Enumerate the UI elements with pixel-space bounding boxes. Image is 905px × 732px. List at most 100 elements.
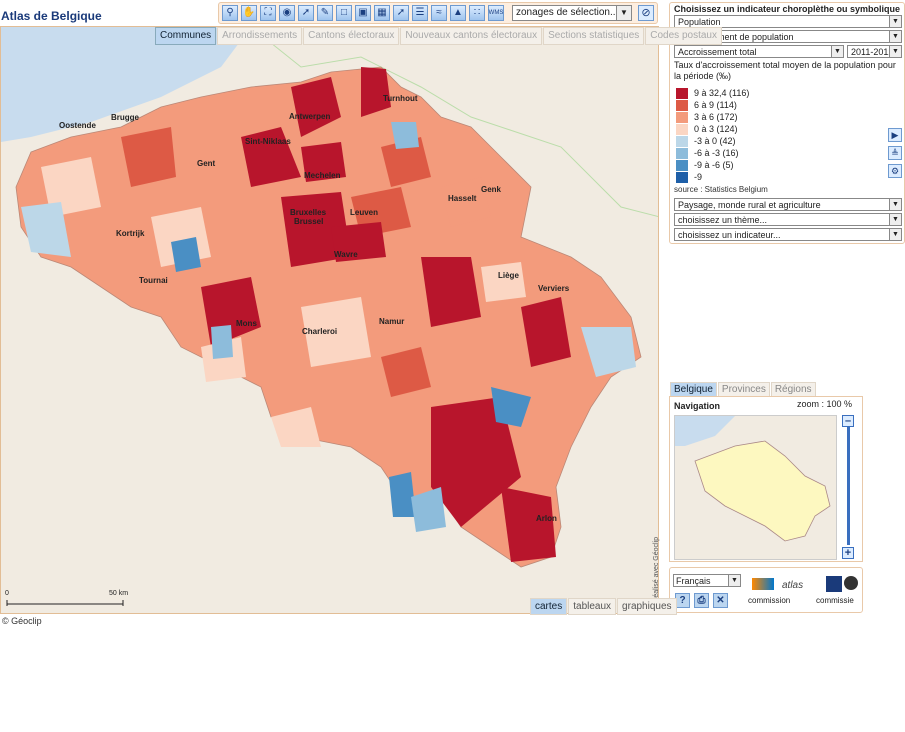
full-extent-icon[interactable]: ⛶ — [260, 5, 276, 21]
geo-logo — [844, 576, 858, 590]
city-label: Verviers — [538, 284, 570, 293]
commune-patch[interactable] — [121, 127, 176, 187]
city-label: Oostende — [59, 121, 96, 130]
map-level-tabs: Communes Arrondissements Cantons élector… — [155, 27, 723, 45]
scale-bar: 0 50 km — [5, 590, 128, 606]
commune-patch[interactable] — [211, 325, 233, 359]
table-icon[interactable]: ▦ — [374, 5, 390, 21]
indicator-select-value: Accroissement total — [678, 47, 757, 57]
save-icon[interactable]: ▣ — [355, 5, 371, 21]
city-label: Kortrijk — [116, 229, 145, 238]
tab-tableaux[interactable]: tableaux — [568, 598, 617, 615]
city-label: Mechelen — [304, 171, 341, 180]
legend-swatch — [676, 171, 688, 183]
city-label: Leuven — [350, 208, 378, 217]
city-label: Brussel — [294, 217, 323, 226]
pointer-icon[interactable]: ➚ — [298, 5, 314, 21]
legend-row: 3 à 6 (172) — [676, 111, 749, 123]
theme3-select[interactable]: choisissez un thème... ▼ — [674, 213, 902, 226]
city-label: Tournai — [139, 276, 168, 285]
language-select[interactable]: Français ▼ — [673, 574, 741, 587]
tab-arrondissements[interactable]: Arrondissements — [217, 27, 303, 45]
zone-select[interactable]: zonages de sélection... ▼ — [512, 5, 632, 21]
legend-swatch — [676, 99, 688, 111]
theme2-select[interactable]: Paysage, monde rural et agriculture ▼ — [674, 198, 902, 211]
legend: 9 à 32,4 (116) 6 à 9 (114) 3 à 6 (172) 0… — [676, 87, 749, 183]
city-label: Brugge — [111, 113, 140, 122]
tab-cantons[interactable]: Cantons électoraux — [303, 27, 400, 45]
city-label: Namur — [379, 317, 404, 326]
chart-icon[interactable]: ≜ — [888, 146, 902, 160]
chevron-down-icon: ▼ — [831, 46, 843, 57]
legend-description: Taux d'accroissement total moyen de la p… — [674, 60, 896, 81]
legend-swatch — [676, 123, 688, 135]
legend-row: 9 à 32,4 (116) — [676, 87, 749, 99]
legend-row: 0 à 3 (124) — [676, 123, 749, 135]
indicator-select[interactable]: Accroissement total ▼ — [674, 45, 844, 58]
indicator2-select-value: choisissez un indicateur... — [678, 230, 781, 240]
commune-patch[interactable] — [171, 237, 201, 272]
theme-select-value: Population — [678, 17, 721, 27]
pencil-icon[interactable]: ✎ — [317, 5, 333, 21]
atlas-logo: atlas — [782, 580, 804, 591]
zoom-level: zoom : 100 % — [797, 399, 853, 409]
stacked-tool-icon[interactable]: ☰ — [412, 5, 428, 21]
app-title: Atlas de Belgique — [1, 9, 102, 23]
chevron-down-icon: ▼ — [889, 46, 901, 57]
zoom-in-button[interactable]: + — [842, 547, 854, 559]
folder-open-icon[interactable]: □ — [336, 5, 352, 21]
toolbar: ⚲ ✋ ⛶ ◉ ➚ ✎ □ ▣ ▦ ➚ ☰ ≈ ▲ ∷ WMS zonages … — [218, 2, 658, 24]
chevron-down-icon: ▼ — [889, 16, 901, 27]
legend-swatch — [676, 87, 688, 99]
commune-patch[interactable] — [421, 257, 481, 327]
tab-nouveaux-cantons[interactable]: Nouveaux cantons électoraux — [400, 27, 543, 45]
binoculars-icon[interactable]: ◉ — [279, 5, 295, 21]
reset-icon[interactable]: ⊘ — [638, 5, 654, 21]
city-label: Liège — [498, 271, 519, 280]
pan-hand-icon[interactable]: ✋ — [241, 5, 257, 21]
belspo-logo — [752, 578, 774, 590]
line-tool-icon[interactable]: ➚ — [393, 5, 409, 21]
map-canvas[interactable]: Antwerpen Turnhout Oostende Brugge Sint-… — [1, 27, 659, 614]
data-source: source : Statistics Belgium — [674, 185, 768, 194]
legend-row: -6 à -3 (16) — [676, 147, 749, 159]
footer-panel: Français ▼ ? ⎙ ✕ commission atlas commis… — [669, 567, 863, 613]
print-icon[interactable]: ⎙ — [694, 593, 709, 608]
tab-cartes[interactable]: cartes — [530, 598, 568, 615]
commune-patch[interactable] — [481, 262, 526, 302]
period-select-value: 2011-2012 — [851, 47, 894, 57]
scale-end: 50 km — [109, 590, 128, 597]
legend-swatch — [676, 159, 688, 171]
settings-icon[interactable]: ⚙ — [888, 164, 902, 178]
city-label: Bruxelles — [290, 208, 327, 217]
points-icon[interactable]: ∷ — [469, 5, 485, 21]
peak-icon[interactable]: ▲ — [450, 5, 466, 21]
language-select-value: Français — [676, 576, 711, 586]
overview-map[interactable] — [674, 415, 837, 560]
play-icon[interactable]: ▶ — [888, 128, 902, 142]
legend-swatch — [676, 135, 688, 147]
tab-sections[interactable]: Sections statistiques — [543, 27, 645, 45]
legend-swatch — [676, 147, 688, 159]
overview-sea — [675, 416, 735, 446]
tab-graphiques[interactable]: graphiques — [617, 598, 677, 615]
indicator2-select[interactable]: choisissez un indicateur... ▼ — [674, 228, 902, 241]
city-label: Wavre — [334, 250, 358, 259]
zoom-out-button[interactable]: – — [842, 415, 854, 427]
zoom-tool-icon[interactable]: ⚲ — [222, 5, 238, 21]
legend-row: -3 à 0 (42) — [676, 135, 749, 147]
city-label: Turnhout — [383, 94, 418, 103]
commissie-label: commissie — [816, 596, 854, 605]
city-label: Mons — [236, 319, 257, 328]
close-icon[interactable]: ✕ — [713, 593, 728, 608]
zoom-slider-track[interactable] — [847, 427, 850, 545]
tab-codes-postaux[interactable]: Codes postaux — [645, 27, 722, 45]
choropleth-map[interactable]: Antwerpen Turnhout Oostende Brugge Sint-… — [0, 26, 659, 614]
city-label: Hasselt — [448, 194, 477, 203]
ulg-logo — [826, 576, 842, 592]
wave-icon[interactable]: ≈ — [431, 5, 447, 21]
city-label: Gent — [197, 159, 216, 168]
wms-icon[interactable]: WMS — [488, 5, 504, 21]
period-select[interactable]: 2011-2012 ▼ — [847, 45, 902, 58]
tab-communes[interactable]: Communes — [155, 27, 217, 45]
